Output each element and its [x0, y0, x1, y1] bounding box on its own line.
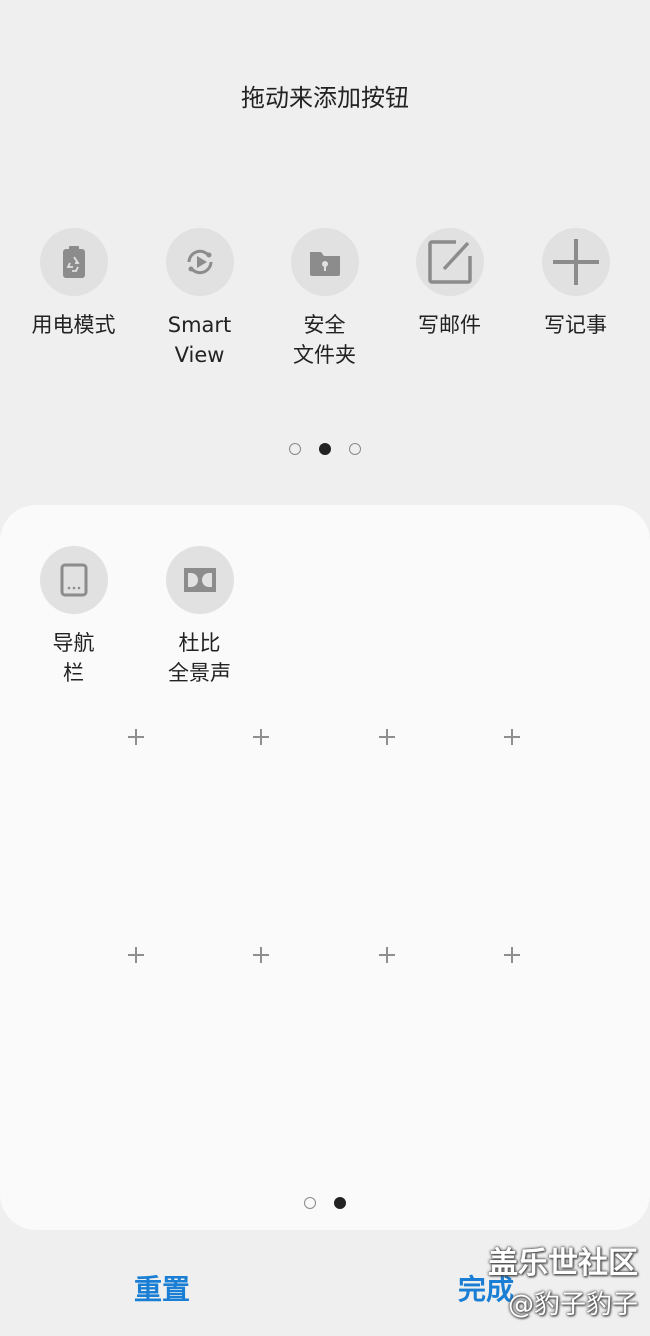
compose-icon: [415, 228, 484, 296]
empty-slot-plus-icon[interactable]: [253, 947, 269, 963]
page-dot[interactable]: [289, 443, 301, 455]
battery-recycle-icon: [39, 228, 108, 296]
page-dot-active[interactable]: [334, 1197, 346, 1209]
watermark-user: @豹子豹子: [507, 1290, 638, 1320]
page-title: 拖动来添加按钮: [241, 84, 409, 112]
empty-slot-plus-icon[interactable]: [504, 729, 520, 745]
watermark-community: 盖乐世社区: [488, 1246, 638, 1281]
tile-label: 栏: [63, 661, 84, 685]
navigation-bar-icon: [39, 546, 108, 614]
tile-label: 杜比: [178, 631, 221, 655]
tile-label: View: [174, 343, 225, 367]
empty-slot-plus-icon[interactable]: [128, 729, 144, 745]
smart-view-icon: [165, 228, 234, 296]
empty-slot-plus-icon[interactable]: [128, 947, 144, 963]
active-buttons-panel: 导航 栏 杜比 全景声: [0, 505, 650, 1230]
tile-smart-view[interactable]: Smart View: [137, 228, 262, 370]
tile-label: 导航: [52, 631, 95, 655]
empty-slot-plus-icon[interactable]: [379, 947, 395, 963]
tile-label: 写邮件: [418, 313, 481, 337]
reset-button[interactable]: 重置: [134, 1268, 190, 1308]
page-dot[interactable]: [304, 1197, 316, 1209]
tile-dolby-atmos[interactable]: 杜比 全景声: [137, 546, 262, 688]
plus-icon: [541, 228, 610, 296]
tile-power-mode[interactable]: 用电模式: [11, 228, 136, 340]
empty-slot-plus-icon[interactable]: [253, 729, 269, 745]
page-dot[interactable]: [349, 443, 361, 455]
tile-write-note[interactable]: 写记事: [513, 228, 638, 340]
top-page-indicator[interactable]: [289, 443, 361, 455]
tile-label: 安全: [303, 313, 346, 337]
panel-page-indicator[interactable]: [304, 1197, 346, 1209]
tile-secure-folder[interactable]: 安全 文件夹: [262, 228, 387, 370]
tile-compose-email[interactable]: 写邮件: [387, 228, 512, 340]
tile-label: Smart: [167, 313, 232, 337]
tile-label: 全景声: [168, 661, 231, 685]
empty-slot-plus-icon[interactable]: [504, 947, 520, 963]
dolby-icon: [165, 546, 234, 614]
secure-folder-icon: [290, 228, 359, 296]
empty-slot-plus-icon[interactable]: [379, 729, 395, 745]
tile-label: 写记事: [544, 313, 607, 337]
page-dot-active[interactable]: [319, 443, 331, 455]
tile-navigation-bar[interactable]: 导航 栏: [11, 546, 136, 688]
tile-label: 用电模式: [31, 313, 116, 337]
tile-label: 文件夹: [293, 343, 356, 367]
